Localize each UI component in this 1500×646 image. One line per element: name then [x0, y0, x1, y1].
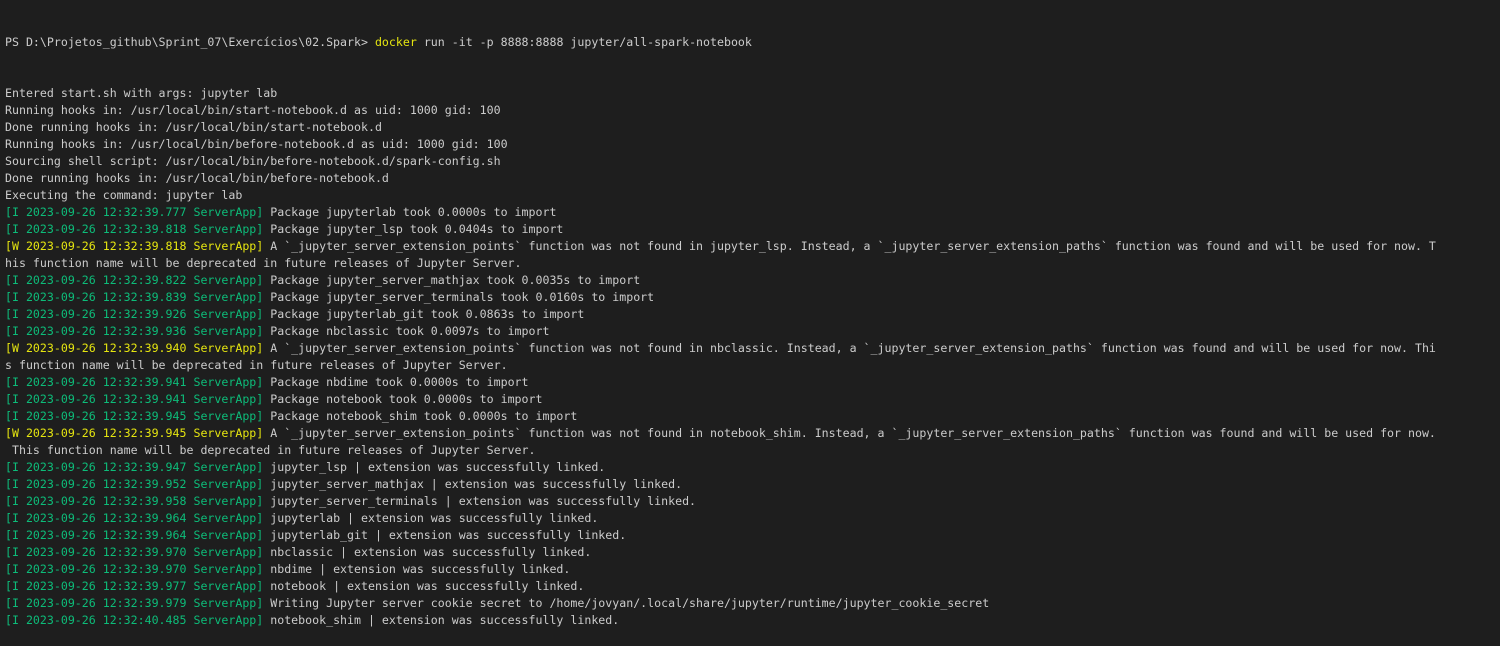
- log-message: Package notebook_shim took 0.0000s to im…: [263, 409, 578, 423]
- log-message: Sourcing shell script: /usr/local/bin/be…: [5, 154, 501, 168]
- log-line: [I 2023-09-26 12:32:39.964 ServerApp] ju…: [5, 510, 1500, 527]
- prompt-path: PS D:\Projetos_github\Sprint_07\Exercíci…: [5, 35, 375, 49]
- log-message: Package nbclassic took 0.0097s to import: [263, 324, 550, 338]
- log-message: jupyter_server_mathjax | extension was s…: [263, 477, 683, 491]
- log-message: s function name will be deprecated in fu…: [5, 358, 508, 372]
- log-line: [I 2023-09-26 12:32:39.952 ServerApp] ju…: [5, 476, 1500, 493]
- log-line: [I 2023-09-26 12:32:39.777 ServerApp] Pa…: [5, 204, 1500, 221]
- log-info-tag: [I 2023-09-26 12:32:40.485 ServerApp]: [5, 613, 264, 627]
- log-info-tag: [I 2023-09-26 12:32:39.839 ServerApp]: [5, 290, 264, 304]
- log-line: [I 2023-09-26 12:32:39.964 ServerApp] ju…: [5, 527, 1500, 544]
- log-warn-tag: [W 2023-09-26 12:32:39.940 ServerApp]: [5, 341, 264, 355]
- log-line: Running hooks in: /usr/local/bin/start-n…: [5, 102, 1500, 119]
- log-line: [I 2023-09-26 12:32:39.818 ServerApp] Pa…: [5, 221, 1500, 238]
- log-line: [W 2023-09-26 12:32:39.940 ServerApp] A …: [5, 340, 1500, 357]
- log-info-tag: [I 2023-09-26 12:32:39.958 ServerApp]: [5, 494, 264, 508]
- log-message: Running hooks in: /usr/local/bin/start-n…: [5, 103, 501, 117]
- log-message: nbclassic | extension was successfully l…: [263, 545, 592, 559]
- log-message: jupyter_lsp | extension was successfully…: [263, 460, 606, 474]
- log-message: Package jupyter_server_mathjax took 0.00…: [263, 273, 641, 287]
- log-message: Entered start.sh with args: jupyter lab: [5, 86, 278, 100]
- log-line: [I 2023-09-26 12:32:39.822 ServerApp] Pa…: [5, 272, 1500, 289]
- log-message: nbdime | extension was successfully link…: [263, 562, 571, 576]
- log-message: Package jupyterlab took 0.0000s to impor…: [263, 205, 557, 219]
- log-line: [I 2023-09-26 12:32:39.947 ServerApp] ju…: [5, 459, 1500, 476]
- log-info-tag: [I 2023-09-26 12:32:39.941 ServerApp]: [5, 392, 264, 406]
- log-line: Done running hooks in: /usr/local/bin/be…: [5, 170, 1500, 187]
- log-line: his function name will be deprecated in …: [5, 255, 1500, 272]
- log-line: [W 2023-09-26 12:32:39.945 ServerApp] A …: [5, 425, 1500, 442]
- log-info-tag: [I 2023-09-26 12:32:39.970 ServerApp]: [5, 562, 264, 576]
- log-message: jupyter_server_terminals | extension was…: [263, 494, 697, 508]
- log-info-tag: [I 2023-09-26 12:32:39.777 ServerApp]: [5, 205, 264, 219]
- log-line: Entered start.sh with args: jupyter lab: [5, 85, 1500, 102]
- log-warn-tag: [W 2023-09-26 12:32:39.945 ServerApp]: [5, 426, 264, 440]
- log-info-tag: [I 2023-09-26 12:32:39.964 ServerApp]: [5, 528, 264, 542]
- log-line: [I 2023-09-26 12:32:39.941 ServerApp] Pa…: [5, 374, 1500, 391]
- prompt-command: docker: [374, 35, 417, 49]
- log-info-tag: [I 2023-09-26 12:32:39.952 ServerApp]: [5, 477, 264, 491]
- log-info-tag: [I 2023-09-26 12:32:39.945 ServerApp]: [5, 409, 264, 423]
- log-message: Package jupyter_server_terminals took 0.…: [263, 290, 655, 304]
- log-message: Package nbdime took 0.0000s to import: [263, 375, 529, 389]
- log-info-tag: [I 2023-09-26 12:32:39.947 ServerApp]: [5, 460, 264, 474]
- prompt-args: run -it -p 8888:8888 jupyter/all-spark-n…: [416, 35, 752, 49]
- log-message: Package jupyter_lsp took 0.0404s to impo…: [263, 222, 564, 236]
- log-line: [I 2023-09-26 12:32:39.979 ServerApp] Wr…: [5, 595, 1500, 612]
- log-message: A `_jupyter_server_extension_points` fun…: [263, 341, 1436, 355]
- log-message: Done running hooks in: /usr/local/bin/be…: [5, 171, 389, 185]
- prompt-line: PS D:\Projetos_github\Sprint_07\Exercíci…: [5, 34, 1500, 51]
- terminal-output[interactable]: PS D:\Projetos_github\Sprint_07\Exercíci…: [0, 0, 1500, 627]
- log-info-tag: [I 2023-09-26 12:32:39.964 ServerApp]: [5, 511, 264, 525]
- log-message: A `_jupyter_server_extension_points` fun…: [263, 426, 1436, 440]
- log-message: Running hooks in: /usr/local/bin/before-…: [5, 137, 508, 151]
- log-lines: Entered start.sh with args: jupyter lab R…: [5, 85, 1500, 629]
- log-message: notebook | extension was successfully li…: [263, 579, 585, 593]
- log-message: his function name will be deprecated in …: [5, 256, 522, 270]
- log-line: [I 2023-09-26 12:32:39.839 ServerApp] Pa…: [5, 289, 1500, 306]
- log-message: jupyterlab | extension was successfully …: [263, 511, 599, 525]
- log-line: Executing the command: jupyter lab: [5, 187, 1500, 204]
- log-message: jupyterlab_git | extension was successfu…: [263, 528, 627, 542]
- log-message: Executing the command: jupyter lab: [5, 188, 243, 202]
- log-info-tag: [I 2023-09-26 12:32:39.936 ServerApp]: [5, 324, 264, 338]
- log-line: [I 2023-09-26 12:32:40.485 ServerApp] no…: [5, 612, 1500, 629]
- log-info-tag: [I 2023-09-26 12:32:39.818 ServerApp]: [5, 222, 264, 236]
- log-message: Package notebook took 0.0000s to import: [263, 392, 543, 406]
- log-info-tag: [I 2023-09-26 12:32:39.970 ServerApp]: [5, 545, 264, 559]
- log-message: A `_jupyter_server_extension_points` fun…: [263, 239, 1436, 253]
- log-info-tag: [I 2023-09-26 12:32:39.977 ServerApp]: [5, 579, 264, 593]
- log-message: This function name will be deprecated in…: [5, 443, 536, 457]
- log-line: [I 2023-09-26 12:32:39.936 ServerApp] Pa…: [5, 323, 1500, 340]
- log-info-tag: [I 2023-09-26 12:32:39.979 ServerApp]: [5, 596, 264, 610]
- log-info-tag: [I 2023-09-26 12:32:39.926 ServerApp]: [5, 307, 264, 321]
- log-message: Package jupyterlab_git took 0.0863s to i…: [263, 307, 585, 321]
- log-line: [I 2023-09-26 12:32:39.970 ServerApp] nb…: [5, 544, 1500, 561]
- log-line: s function name will be deprecated in fu…: [5, 357, 1500, 374]
- log-line: [I 2023-09-26 12:32:39.926 ServerApp] Pa…: [5, 306, 1500, 323]
- log-line: [W 2023-09-26 12:32:39.818 ServerApp] A …: [5, 238, 1500, 255]
- log-line: Running hooks in: /usr/local/bin/before-…: [5, 136, 1500, 153]
- log-line: [I 2023-09-26 12:32:39.977 ServerApp] no…: [5, 578, 1500, 595]
- log-line: [I 2023-09-26 12:32:39.970 ServerApp] nb…: [5, 561, 1500, 578]
- log-message: notebook_shim | extension was successful…: [263, 613, 620, 627]
- log-line: Sourcing shell script: /usr/local/bin/be…: [5, 153, 1500, 170]
- log-info-tag: [I 2023-09-26 12:32:39.822 ServerApp]: [5, 273, 264, 287]
- log-warn-tag: [W 2023-09-26 12:32:39.818 ServerApp]: [5, 239, 264, 253]
- log-line: [I 2023-09-26 12:32:39.958 ServerApp] ju…: [5, 493, 1500, 510]
- log-line: This function name will be deprecated in…: [5, 442, 1500, 459]
- log-line: [I 2023-09-26 12:32:39.941 ServerApp] Pa…: [5, 391, 1500, 408]
- log-message: Writing Jupyter server cookie secret to …: [263, 596, 990, 610]
- log-message: Done running hooks in: /usr/local/bin/st…: [5, 120, 382, 134]
- log-line: [I 2023-09-26 12:32:39.945 ServerApp] Pa…: [5, 408, 1500, 425]
- log-line: Done running hooks in: /usr/local/bin/st…: [5, 119, 1500, 136]
- log-info-tag: [I 2023-09-26 12:32:39.941 ServerApp]: [5, 375, 264, 389]
